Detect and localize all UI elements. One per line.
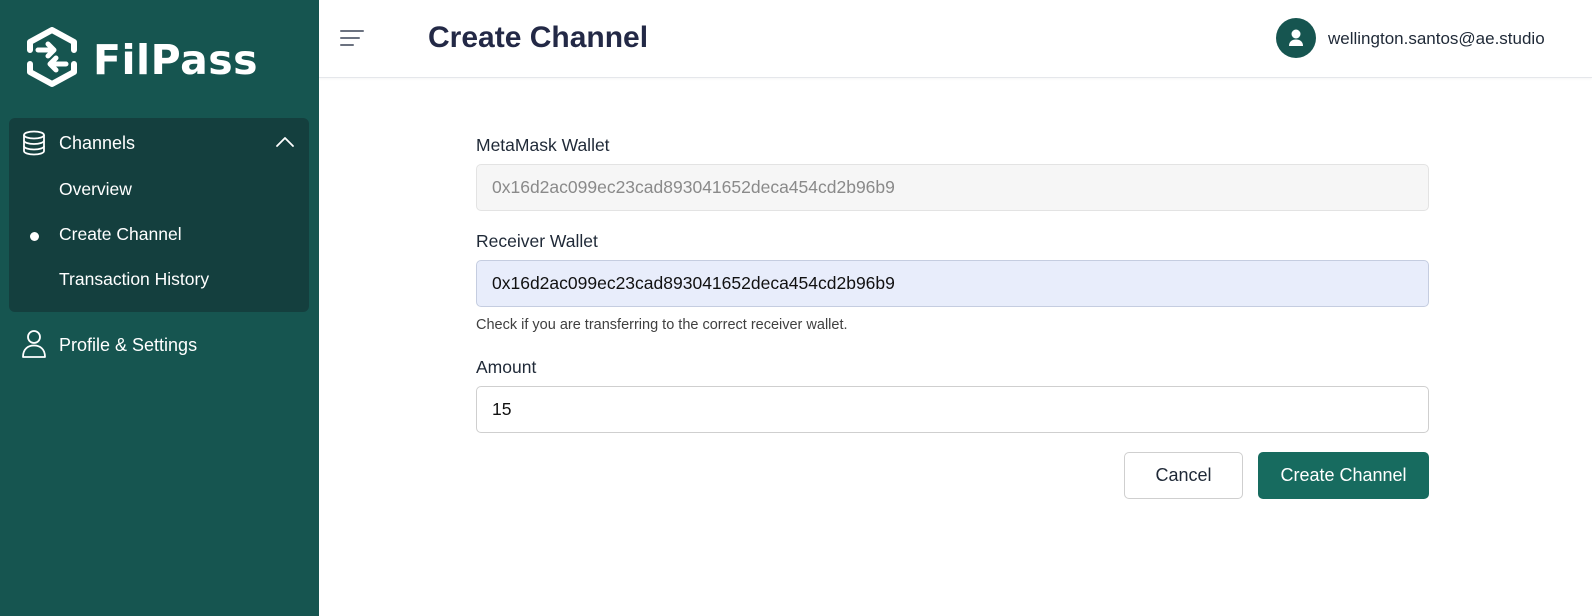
sidebar-item-channels[interactable]: Channels (9, 118, 309, 168)
sidebar-item-transaction-history[interactable]: Transaction History (9, 259, 309, 299)
active-indicator-dot (30, 232, 39, 241)
user-email[interactable]: wellington.santos@ae.studio (1328, 29, 1545, 49)
sidebar-item-label: Transaction History (59, 269, 210, 289)
page-title: Create Channel (428, 21, 649, 54)
brand-logo[interactable]: FilPass (24, 26, 258, 93)
nav-group-channels: Channels Overview Create Channel Transac… (9, 118, 309, 312)
sidebar-item-label: Channels (59, 133, 136, 153)
filpass-logo-icon (24, 26, 80, 93)
metamask-wallet-label: MetaMask Wallet (476, 135, 610, 155)
sidebar-item-label: Create Channel (59, 224, 182, 244)
sidebar-item-create-channel[interactable]: Create Channel (9, 214, 309, 254)
sidebar-item-label: Overview (59, 179, 132, 199)
top-header: Create Channel wellington.santos@ae.stud… (319, 0, 1592, 78)
user-outline-icon (21, 329, 47, 359)
user-avatar-icon[interactable] (1276, 18, 1316, 58)
receiver-wallet-help-text: Check if you are transferring to the cor… (476, 317, 848, 333)
sidebar: FilPass Channels Overview Create Channel… (0, 0, 319, 616)
sidebar-item-overview[interactable]: Overview (9, 169, 309, 209)
receiver-wallet-label: Receiver Wallet (476, 231, 598, 251)
chevron-up-icon[interactable] (275, 135, 295, 149)
receiver-wallet-input[interactable] (476, 260, 1429, 307)
create-channel-button[interactable]: Create Channel (1258, 452, 1429, 499)
amount-input[interactable] (476, 386, 1429, 433)
sidebar-item-label: Profile & Settings (59, 335, 198, 355)
menu-icon[interactable] (339, 26, 365, 50)
database-icon (21, 130, 47, 156)
metamask-wallet-input (476, 164, 1429, 211)
sidebar-item-profile-settings[interactable]: Profile & Settings (9, 324, 309, 364)
cancel-button[interactable]: Cancel (1124, 452, 1243, 499)
brand-name: FilPass (93, 35, 259, 84)
amount-label: Amount (476, 357, 537, 377)
